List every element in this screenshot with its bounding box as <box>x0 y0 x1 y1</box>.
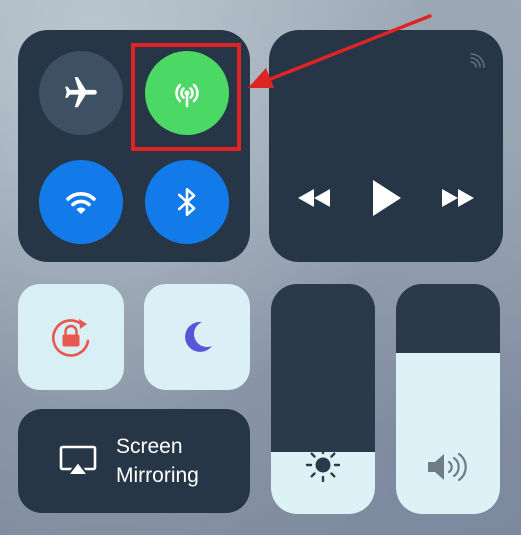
annotation-arrow <box>248 14 432 88</box>
